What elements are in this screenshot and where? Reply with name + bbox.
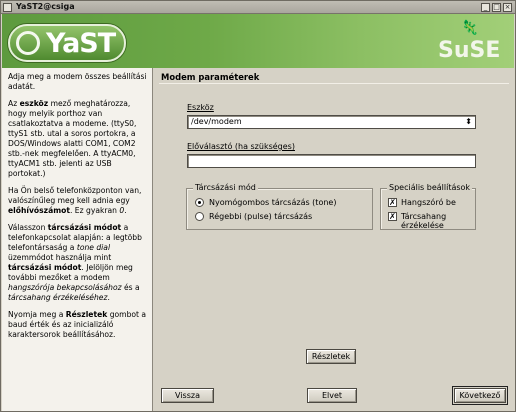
geeko-icon: 🦎 (461, 20, 479, 36)
device-label: Eszköz (187, 103, 214, 112)
main-panel: Modem paraméterek Eszköz /dev/modem ⬍ El… (153, 68, 515, 411)
page-title: Modem paraméterek (161, 72, 260, 82)
help-panel: Adja meg a modem összes beállítási adatá… (2, 68, 153, 411)
title-bar[interactable]: YaST2@csiga _ □ × (1, 1, 515, 14)
help-paragraph: Az eszköz mező meghatározza, hogy melyik… (8, 99, 137, 178)
header-banner: YaST 🦎 SuSE (2, 14, 514, 68)
detect-label[interactable]: Tárcsahang érzékelése (401, 212, 475, 230)
title-divider (159, 83, 509, 84)
dial-mode-group: Tárcsázási mód Nyomógombos tárcsázás (to… (186, 183, 373, 230)
details-button[interactable]: Részletek (306, 349, 356, 364)
detect-checkbox[interactable]: ✗ (388, 212, 397, 221)
prefix-label: Előválasztó (ha szükséges) (187, 142, 295, 151)
close-button[interactable]: × (503, 3, 512, 12)
window-title: YaST2@csiga (16, 2, 75, 11)
speaker-label[interactable]: Hangszóró be (401, 198, 456, 207)
next-button[interactable]: Következő (452, 386, 508, 405)
pulse-radio[interactable] (195, 212, 204, 221)
device-combobox[interactable]: /dev/modem ⬍ (187, 115, 476, 129)
dial-mode-title: Tárcsázási mód (193, 183, 258, 192)
yast-ring-icon (16, 31, 40, 55)
help-paragraph: Válasszon tárcsázási módot a telefonkapc… (8, 223, 142, 302)
yast-window: YaST2@csiga _ □ × YaST 🦎 SuSE Adja meg a… (0, 0, 516, 412)
yast-logo-text: YaST (46, 28, 116, 59)
special-settings-title: Speciális beállítások (387, 183, 473, 192)
suse-logo-text: SuSE (438, 38, 501, 63)
device-value: /dev/modem (191, 117, 242, 126)
help-paragraph: Adja meg a modem összes beállítási adatá… (8, 72, 147, 91)
tone-label[interactable]: Nyomógombos tárcsázás (tone) (209, 198, 336, 207)
combo-arrow-icon[interactable]: ⬍ (465, 117, 472, 126)
window-menu-icon[interactable] (3, 3, 12, 12)
maximize-button[interactable]: □ (492, 3, 501, 12)
special-settings-group: Speciális beállítások ✗ Hangszóró be ✗ T… (380, 183, 476, 230)
suse-logo: 🦎 SuSE (436, 20, 506, 64)
prefix-input[interactable] (187, 154, 476, 168)
tone-radio[interactable] (195, 198, 204, 207)
back-button[interactable]: Vissza (161, 388, 214, 403)
abort-button[interactable]: Elvet (307, 388, 357, 403)
pulse-label[interactable]: Régebbi (pulse) tárcsázás (209, 212, 312, 221)
speaker-checkbox[interactable]: ✗ (388, 198, 397, 207)
yast-logo: YaST (8, 24, 126, 62)
help-paragraph: Nyomja meg a Részletek gombot a baud ért… (8, 310, 147, 339)
help-paragraph: Ha Ön belső telefonközponton van, valósz… (8, 186, 142, 215)
minimize-button[interactable]: _ (481, 3, 490, 12)
